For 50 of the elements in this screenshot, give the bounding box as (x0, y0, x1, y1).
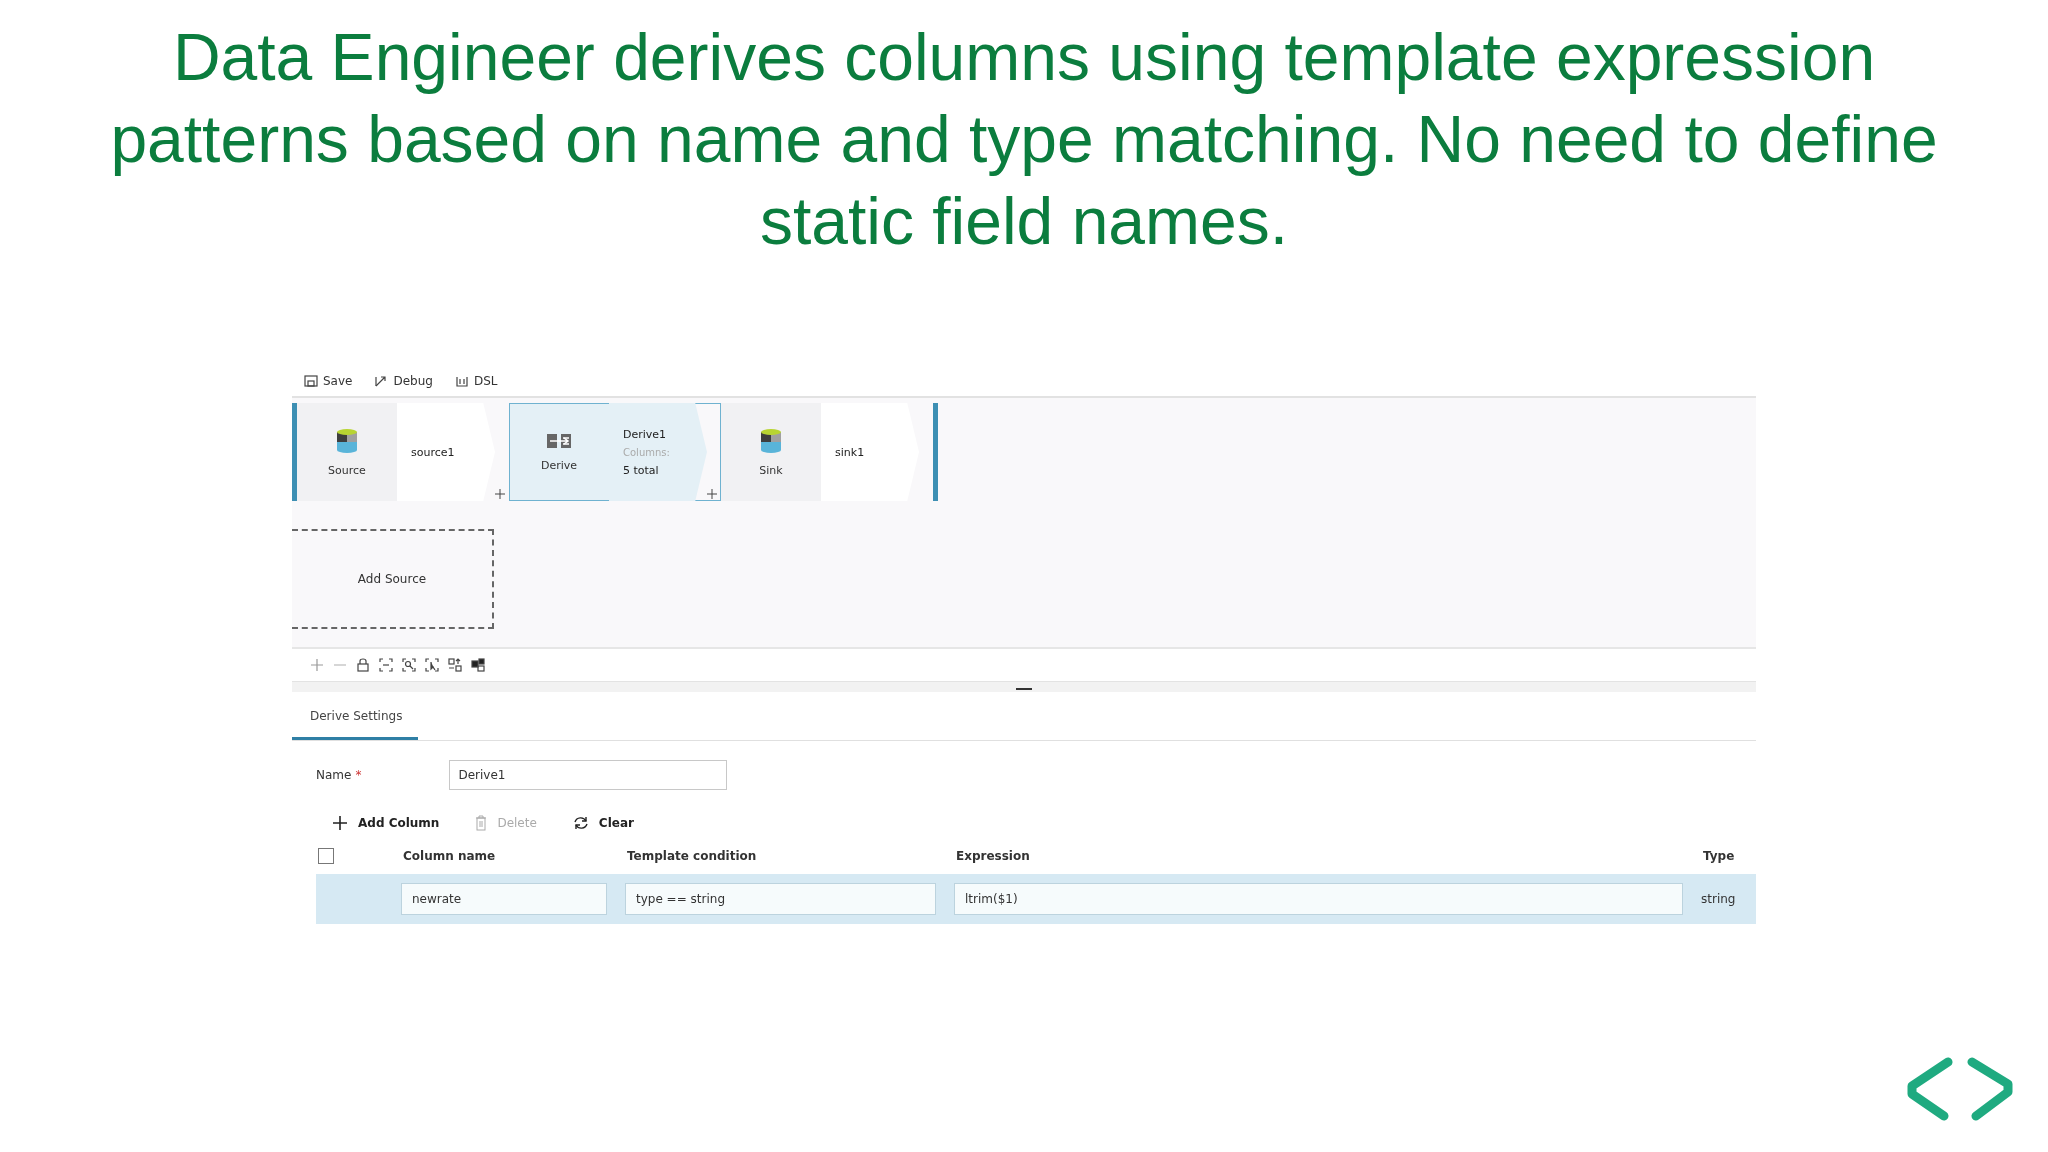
condition-input[interactable]: type == string (625, 883, 936, 915)
settings-tab[interactable]: Derive Settings (292, 709, 419, 740)
column-header: Expression (956, 849, 1031, 863)
auto-layout-icon[interactable] (448, 658, 462, 672)
required-mark: * (355, 768, 362, 782)
plus-icon (332, 815, 348, 831)
save-icon (304, 374, 318, 388)
name-label: Name (316, 768, 352, 782)
pipeline-node[interactable]: Sink sink1 (721, 403, 933, 501)
fit-icon[interactable] (379, 658, 393, 672)
lock-icon[interactable] (356, 658, 370, 672)
node-type-label: Source (328, 463, 366, 477)
action-button[interactable]: Add Column (332, 815, 440, 831)
add-source-box[interactable]: Add Source (292, 529, 494, 629)
node-name: Derive1 (623, 427, 668, 441)
column-header: Template condition (627, 849, 758, 863)
table-row[interactable]: newrate type == string ltrim($1) string (316, 874, 1756, 924)
select-icon[interactable] (425, 658, 439, 672)
debug-icon (374, 374, 389, 388)
add-step-icon[interactable] (707, 489, 717, 499)
select-all-checkbox[interactable] (318, 848, 334, 864)
column-header: Column name (403, 849, 497, 863)
splitter-handle[interactable] (1016, 688, 1032, 690)
database-icon (336, 427, 358, 454)
code-icon (454, 374, 469, 388)
pipeline-node[interactable]: Derive Derive1 Columns: 5 total (509, 403, 721, 501)
database-icon (760, 427, 782, 454)
expression-input[interactable]: ltrim($1) (954, 883, 1683, 915)
pipeline-node[interactable]: Source source1 (297, 403, 509, 501)
trash-icon (475, 815, 488, 831)
node-name: sink1 (835, 445, 866, 459)
name-input[interactable]: Derive1 (449, 760, 728, 790)
node-type-label: Sink (759, 463, 783, 477)
refresh-icon (572, 815, 589, 831)
column-header: Type (1703, 849, 1736, 863)
node-detail-value: 5 total (623, 463, 660, 477)
node-type-label: Derive (540, 458, 578, 472)
toolbar-button[interactable]: DSL (454, 374, 498, 388)
add-step-icon[interactable] (495, 489, 505, 499)
minimap-icon[interactable] (471, 658, 485, 672)
column-name-input[interactable]: newrate (401, 883, 607, 915)
slide-title: Data Engineer derives columns using template expression patterns based on name and type matching. No need to define static field names. (109, 19, 1939, 260)
derive-icon (546, 432, 572, 449)
toolbar-button[interactable]: Save (304, 374, 353, 388)
toolbar-button[interactable]: Debug (374, 374, 433, 388)
zoom-fit-icon[interactable] (402, 658, 416, 672)
node-name: source1 (411, 445, 456, 459)
node-detail-label: Columns: (623, 446, 671, 458)
type-cell-text: string (1701, 892, 1737, 906)
action-button[interactable]: Clear (572, 815, 634, 831)
